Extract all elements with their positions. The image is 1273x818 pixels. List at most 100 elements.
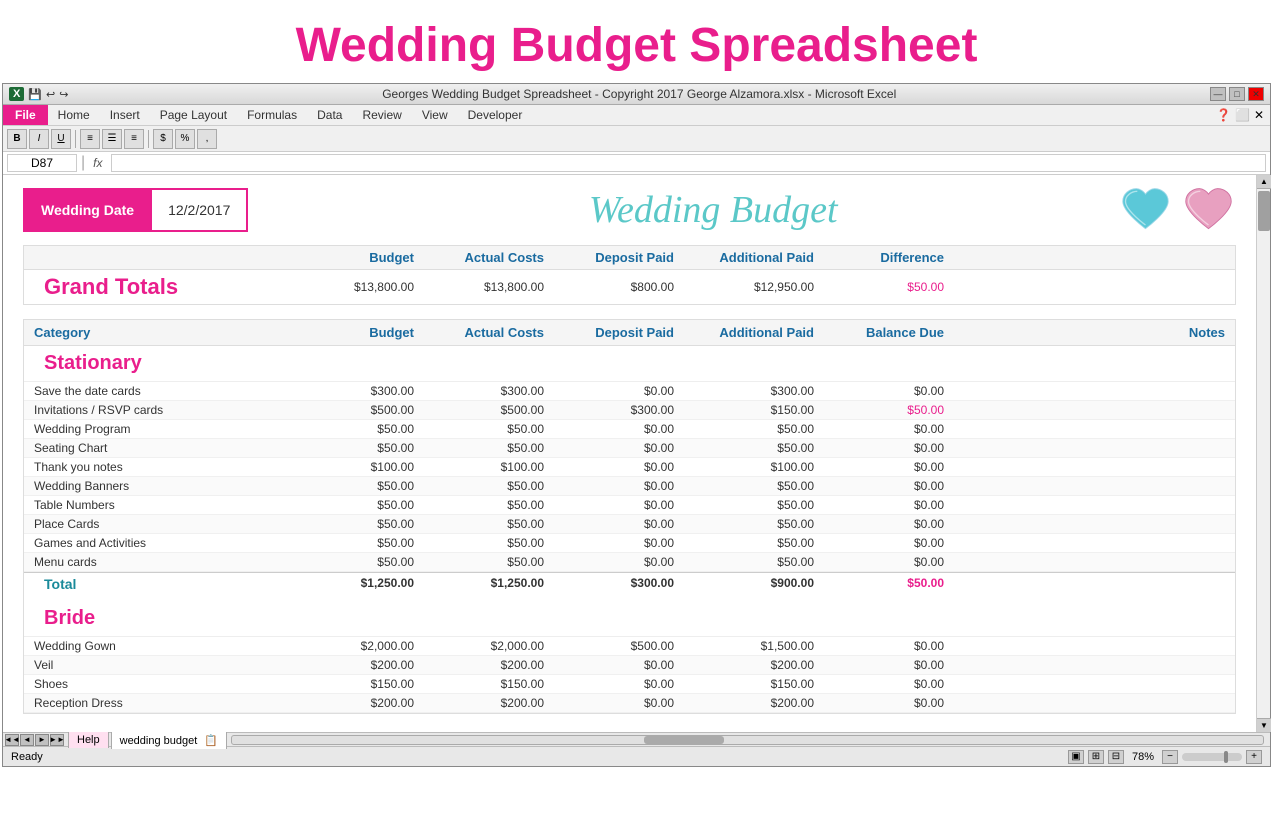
minimize-button[interactable]: —: [1210, 87, 1226, 101]
row-budget: $200.00: [304, 696, 434, 710]
underline-button[interactable]: U: [51, 129, 71, 149]
bride-row: Reception Dress $200.00 $200.00 $0.00 $2…: [24, 694, 1235, 713]
row-actual: $2,000.00: [434, 639, 564, 653]
row-balance: $0.00: [834, 677, 954, 691]
align-left-button[interactable]: ≡: [80, 129, 100, 149]
row-deposit: $0.00: [564, 658, 694, 672]
row-balance: $0.00: [834, 498, 954, 512]
row-deposit: $0.00: [564, 677, 694, 691]
data-menu[interactable]: Data: [307, 105, 352, 125]
italic-button[interactable]: I: [29, 129, 49, 149]
comma-button[interactable]: ,: [197, 129, 217, 149]
help-tab[interactable]: Help: [68, 731, 109, 748]
stationary-row: Invitations / RSVP cards $500.00 $500.00…: [24, 401, 1235, 420]
zoom-slider-thumb[interactable]: [1224, 751, 1228, 763]
row-notes: [954, 460, 1235, 474]
review-menu[interactable]: Review: [352, 105, 411, 125]
window-close-icon[interactable]: ✕: [1254, 108, 1264, 122]
scroll-down-arrow[interactable]: ▼: [1257, 718, 1271, 732]
nav-last-arrow[interactable]: ►►: [50, 734, 64, 746]
row-balance: $0.00: [834, 441, 954, 455]
cell-reference-input[interactable]: [7, 154, 77, 172]
row-notes: [954, 536, 1235, 550]
save-icon[interactable]: 💾: [28, 88, 42, 101]
help-icon[interactable]: ❓: [1216, 108, 1231, 122]
view-page-break-button[interactable]: ⊟: [1108, 750, 1124, 764]
stationary-row: Wedding Program $50.00 $50.00 $0.00 $50.…: [24, 420, 1235, 439]
formulas-menu[interactable]: Formulas: [237, 105, 307, 125]
h-scroll-thumb[interactable]: [644, 736, 724, 744]
grand-totals-section: Budget Actual Costs Deposit Paid Additio…: [23, 245, 1236, 305]
row-budget: $100.00: [304, 460, 434, 474]
window-min-icon[interactable]: ⬜: [1235, 108, 1250, 122]
stationary-total-budget: $1,250.00: [304, 576, 434, 592]
stationary-row: Save the date cards $300.00 $300.00 $0.0…: [24, 382, 1235, 401]
stationary-row: Place Cards $50.00 $50.00 $0.00 $50.00 $…: [24, 515, 1235, 534]
row-actual: $150.00: [434, 677, 564, 691]
zoom-out-button[interactable]: −: [1162, 750, 1178, 764]
currency-button[interactable]: $: [153, 129, 173, 149]
row-name: Seating Chart: [24, 441, 304, 455]
close-button[interactable]: ✕: [1248, 87, 1264, 101]
wedding-date-box: Wedding Date 12/2/2017: [23, 188, 248, 232]
insert-menu[interactable]: Insert: [100, 105, 150, 125]
undo-icon[interactable]: ↩: [46, 88, 55, 101]
row-notes: [954, 403, 1235, 417]
page-layout-menu[interactable]: Page Layout: [150, 105, 237, 125]
formula-bar: | fx: [3, 152, 1270, 175]
view-normal-button[interactable]: ▣: [1068, 750, 1084, 764]
row-addl: $200.00: [694, 696, 834, 710]
view-menu[interactable]: View: [412, 105, 458, 125]
view-page-button[interactable]: ⊞: [1088, 750, 1104, 764]
gt-budget-header: Budget: [304, 250, 434, 265]
nav-next-arrow[interactable]: ►: [35, 734, 49, 746]
zoom-in-button[interactable]: +: [1246, 750, 1262, 764]
row-balance: $0.00: [834, 479, 954, 493]
bride-row: Wedding Gown $2,000.00 $2,000.00 $500.00…: [24, 637, 1235, 656]
bold-button[interactable]: B: [7, 129, 27, 149]
row-balance: $0.00: [834, 536, 954, 550]
row-addl: $100.00: [694, 460, 834, 474]
zoom-slider[interactable]: [1182, 753, 1242, 761]
nav-prev-arrow[interactable]: ◄: [20, 734, 34, 746]
row-deposit: $0.00: [564, 517, 694, 531]
formula-input[interactable]: [111, 154, 1267, 172]
row-actual: $50.00: [434, 498, 564, 512]
align-right-button[interactable]: ≡: [124, 129, 144, 149]
bride-title: Bride: [24, 607, 304, 630]
file-menu[interactable]: File: [3, 105, 48, 125]
gt-diff-val: $50.00: [834, 280, 954, 294]
row-actual: $50.00: [434, 536, 564, 550]
row-addl: $50.00: [694, 536, 834, 550]
align-center-button[interactable]: ☰: [102, 129, 122, 149]
cat-notes-header: Notes: [954, 325, 1235, 340]
row-deposit: $0.00: [564, 441, 694, 455]
redo-icon[interactable]: ↪: [59, 88, 68, 101]
percent-button[interactable]: %: [175, 129, 195, 149]
scroll-thumb[interactable]: [1258, 191, 1270, 231]
row-deposit: $0.00: [564, 479, 694, 493]
formula-bar-separator: |: [81, 154, 85, 172]
row-deposit: $0.00: [564, 555, 694, 569]
developer-menu[interactable]: Developer: [458, 105, 533, 125]
grand-totals-header-row: Budget Actual Costs Deposit Paid Additio…: [24, 246, 1235, 270]
vertical-scrollbar[interactable]: ▲ ▼: [1256, 175, 1270, 732]
wedding-budget-tab[interactable]: wedding budget 📋: [111, 731, 227, 749]
row-balance: $0.00: [834, 517, 954, 531]
toolbar-sep1: [75, 130, 76, 148]
nav-first-arrow[interactable]: ◄◄: [5, 734, 19, 746]
cat-col-header: Category: [24, 325, 304, 340]
row-addl: $50.00: [694, 479, 834, 493]
scroll-up-arrow[interactable]: ▲: [1257, 175, 1271, 189]
stationary-title: Stationary: [24, 352, 304, 375]
maximize-button[interactable]: □: [1229, 87, 1245, 101]
row-addl: $300.00: [694, 384, 834, 398]
horizontal-scrollbar[interactable]: [231, 735, 1264, 745]
sheet-nav-arrows[interactable]: ◄◄ ◄ ► ►►: [5, 734, 64, 746]
gt-deposit-val: $800.00: [564, 280, 694, 294]
home-menu[interactable]: Home: [48, 105, 100, 125]
row-name: Veil: [24, 658, 304, 672]
content-area: Wedding Date 12/2/2017 Wedding Budget: [3, 175, 1256, 732]
window-controls[interactable]: — □ ✕: [1210, 87, 1264, 101]
row-name: Shoes: [24, 677, 304, 691]
